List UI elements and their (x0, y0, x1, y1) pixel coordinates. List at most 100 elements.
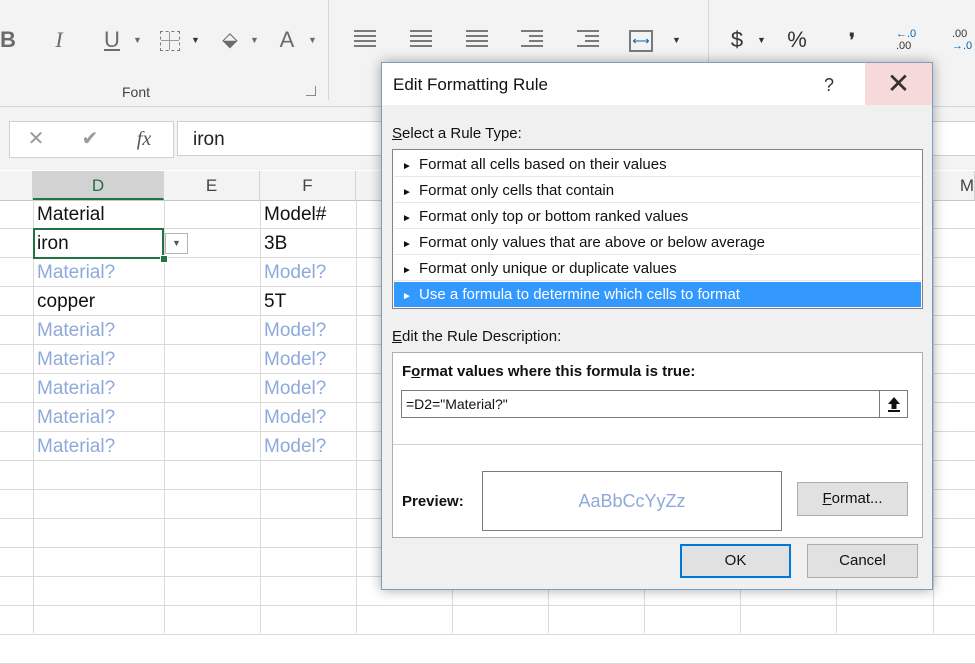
font-dialog-launcher-icon[interactable] (306, 86, 316, 96)
grid-line (0, 634, 975, 635)
column-header-d[interactable]: D (33, 171, 164, 200)
formula-header-pre: F (402, 363, 412, 380)
font-color-button[interactable]: A (275, 26, 299, 54)
cell-F8[interactable]: Model? (260, 403, 356, 432)
borders-icon[interactable] (160, 31, 180, 51)
up-arrow-icon (887, 397, 900, 412)
rule-type-label-text: elect a Rule Type: (402, 125, 522, 142)
decrease-decimal-top: ←.0 (896, 28, 917, 40)
bold-button[interactable]: B (0, 26, 16, 54)
close-icon[interactable]: ✕ (865, 63, 932, 105)
rule-arrow-icon: ► (402, 161, 412, 172)
rule-type-label: Format only cells that contain (419, 182, 615, 199)
rule-type-item[interactable]: ► Format only top or bottom ranked values (394, 204, 921, 229)
decrease-decimal-bottom: .00 (896, 40, 912, 52)
increase-decimal-icon[interactable]: .00 →.0 (952, 28, 975, 52)
rule-arrow-icon: ► (402, 187, 412, 198)
underline-button[interactable]: U (98, 26, 126, 54)
rule-arrow-icon: ► (402, 239, 412, 250)
cell-D4[interactable]: copper (33, 287, 164, 316)
decrease-indent-icon[interactable] (521, 30, 543, 52)
fill-color-icon[interactable]: ⬙ (215, 26, 245, 54)
description-divider (393, 444, 922, 445)
rule-type-label-accel: S (392, 125, 403, 142)
cell-D9[interactable]: Material? (33, 432, 164, 461)
rule-arrow-icon: ► (402, 291, 412, 302)
percent-button[interactable]: % (783, 26, 811, 54)
font-group-label: Font (121, 84, 150, 100)
borders-dropdown-icon[interactable]: ▼ (191, 26, 200, 54)
validation-dropdown-button[interactable]: ▼ (165, 233, 188, 254)
underline-dropdown-icon[interactable]: ▼ (133, 26, 142, 54)
fill-handle[interactable] (160, 255, 168, 263)
merge-dropdown-icon[interactable]: ▼ (672, 26, 681, 54)
edit-formatting-rule-dialog: Edit Formatting Rule ? ✕ Select a Rule T… (381, 62, 933, 590)
grid-line (356, 200, 357, 633)
cell-F9[interactable]: Model? (260, 432, 356, 461)
formula-field[interactable]: =D2="Material?" (401, 390, 888, 418)
formula-header: Format values where this formula is true… (402, 363, 695, 380)
grid-line (933, 200, 934, 633)
column-header-e[interactable]: E (164, 171, 260, 200)
format-button-text: ormat... (831, 490, 883, 507)
rule-type-item[interactable]: ► Format only values that are above or be… (394, 230, 921, 255)
rule-type-list[interactable]: ► Format all cells based on their values ►… (392, 149, 923, 309)
preview-label: Preview: (402, 493, 464, 510)
column-header-f[interactable]: F (260, 171, 356, 200)
cell-D5[interactable]: Material? (33, 316, 164, 345)
cell-F3[interactable]: Model? (260, 258, 356, 287)
rule-description-label: Edit the Rule Description: (392, 328, 561, 345)
row-header-corner[interactable] (0, 171, 33, 200)
rule-type-label: Format only values that are above or bel… (419, 234, 766, 251)
format-button-accel: F (822, 490, 832, 507)
format-button[interactable]: Format... (797, 482, 908, 516)
cell-D8[interactable]: Material? (33, 403, 164, 432)
rule-arrow-icon: ► (402, 213, 412, 224)
cell-D7[interactable]: Material? (33, 374, 164, 403)
insert-function-icon[interactable]: fx (124, 122, 164, 157)
collapse-dialog-icon[interactable] (879, 390, 908, 418)
comma-style-button[interactable]: ❜ (842, 26, 862, 54)
increase-indent-icon[interactable] (577, 30, 599, 52)
cell-F7[interactable]: Model? (260, 374, 356, 403)
italic-button[interactable]: I (45, 26, 73, 54)
column-header-m[interactable]: M (933, 171, 975, 200)
increase-decimal-bottom: →.0 (952, 40, 973, 52)
group-divider (328, 0, 329, 100)
rule-type-label: Use a formula to determine which cells t… (419, 286, 740, 303)
cancel-entry-icon[interactable]: ✕ (16, 122, 56, 157)
rule-description-label-text: dit the Rule Description: (402, 328, 562, 345)
help-button[interactable]: ? (814, 63, 844, 107)
cell-F1[interactable]: Model# (260, 200, 356, 229)
merge-center-icon[interactable]: ⟷ (629, 30, 653, 52)
decrease-decimal-icon[interactable]: ←.0 .00 (896, 28, 926, 52)
rule-type-item[interactable]: ► Use a formula to determine which cells … (394, 282, 921, 307)
cell-D3[interactable]: Material? (33, 258, 164, 287)
align-top-icon[interactable] (354, 30, 376, 52)
cell-F2[interactable]: 3B (260, 229, 356, 258)
increase-decimal-top: .00 (952, 28, 968, 40)
enter-entry-icon[interactable]: ✔ (70, 122, 110, 157)
rule-description-box: Format values where this formula is true… (392, 352, 923, 538)
align-bottom-icon[interactable] (466, 30, 488, 52)
align-middle-icon[interactable] (410, 30, 432, 52)
fill-color-dropdown-icon[interactable]: ▼ (250, 26, 259, 54)
rule-type-item[interactable]: ► Format all cells based on their values (394, 152, 921, 177)
rule-type-label: Format all cells based on their values (419, 156, 667, 173)
cell-D6[interactable]: Material? (33, 345, 164, 374)
rule-type-item[interactable]: ► Format only cells that contain (394, 178, 921, 203)
ok-button[interactable]: OK (680, 544, 791, 578)
formula-header-text: rmat values where this formula is true: (420, 363, 696, 380)
cell-F6[interactable]: Model? (260, 345, 356, 374)
formula-header-accel: o (411, 363, 421, 380)
cell-D1[interactable]: Material (33, 200, 164, 229)
currency-button[interactable]: $ (726, 26, 748, 54)
cell-F4[interactable]: 5T (260, 287, 356, 316)
preview-box: AaBbCcYyZz (482, 471, 782, 531)
cancel-button[interactable]: Cancel (807, 544, 918, 578)
font-color-dropdown-icon[interactable]: ▼ (308, 26, 317, 54)
rule-type-item[interactable]: ► Format only unique or duplicate values (394, 256, 921, 281)
currency-dropdown-icon[interactable]: ▼ (757, 26, 766, 54)
cell-F5[interactable]: Model? (260, 316, 356, 345)
formula-buttons: ✕ ✔ fx (9, 121, 174, 158)
